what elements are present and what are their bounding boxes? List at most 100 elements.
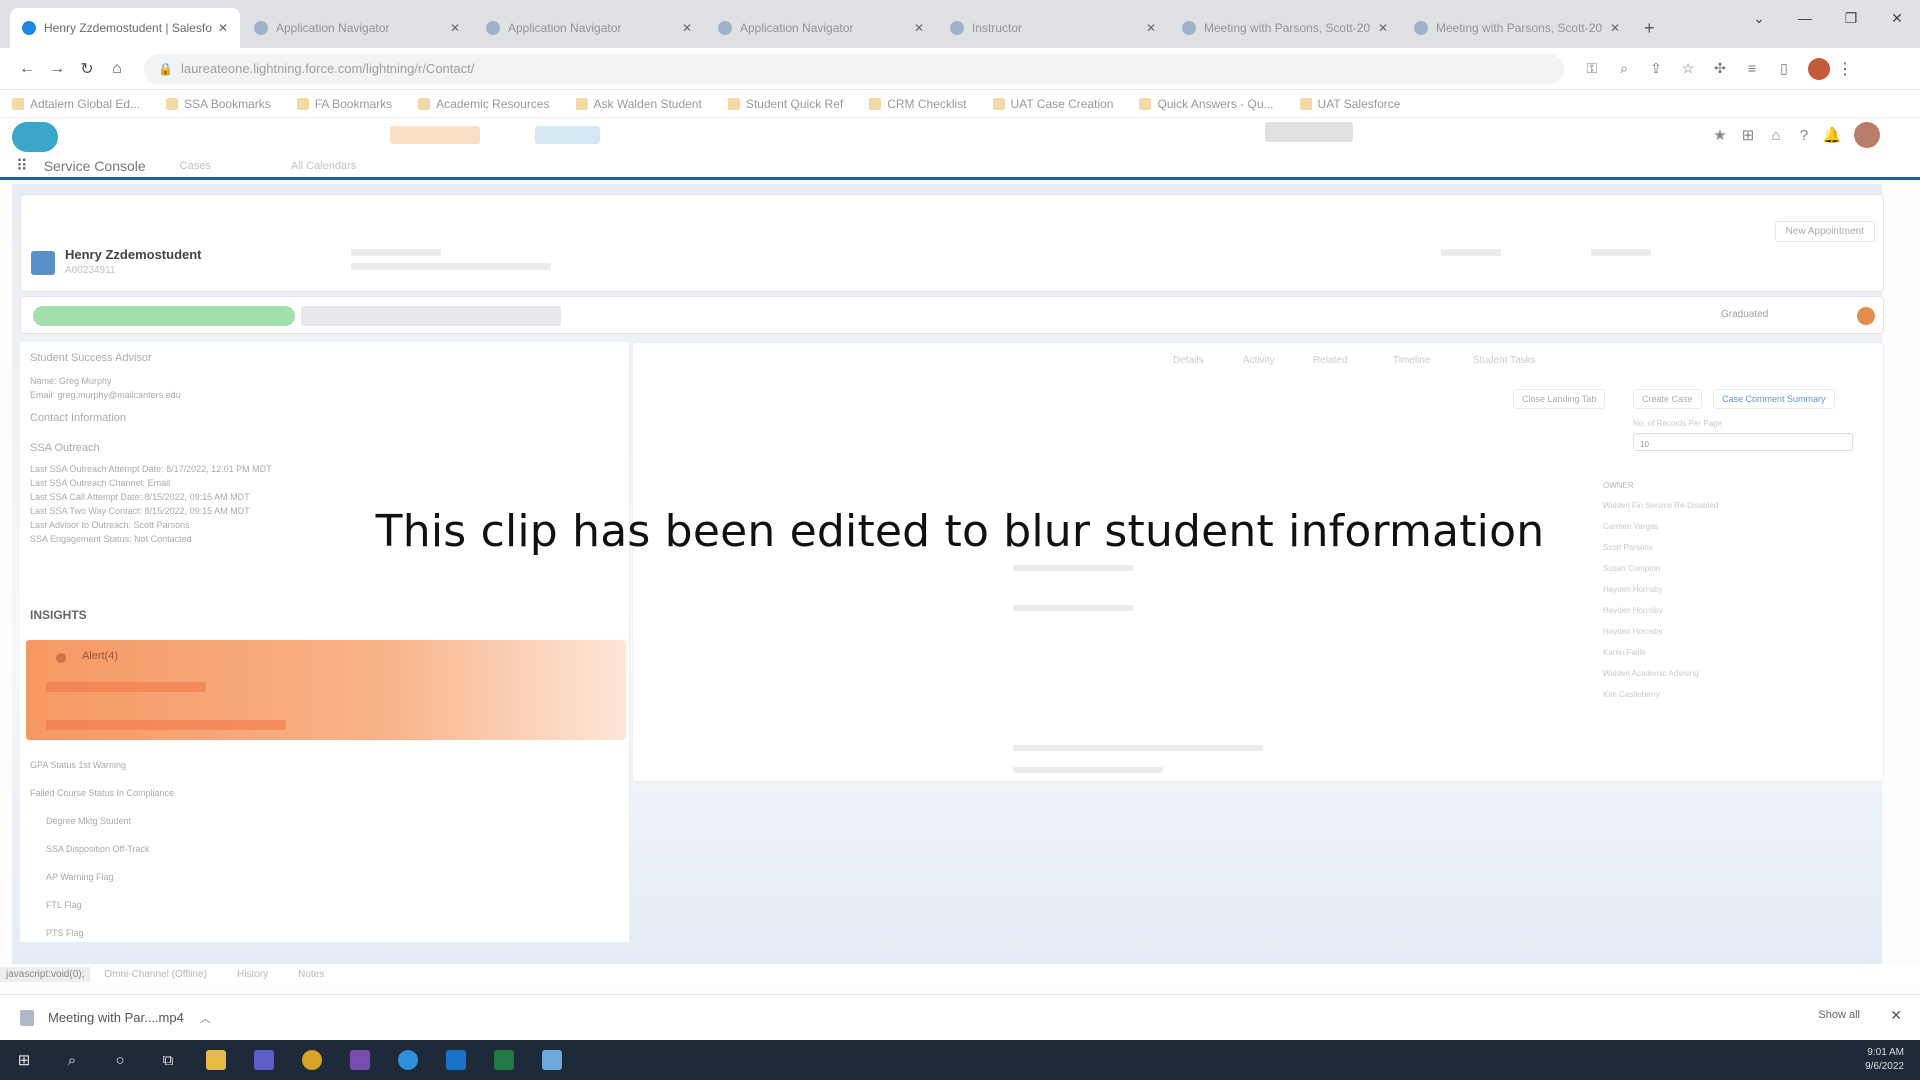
close-tab-icon[interactable]: ✕ (914, 21, 924, 35)
close-tab-icon[interactable]: ✕ (682, 21, 692, 35)
path-step-complete[interactable] (33, 306, 295, 326)
notes-button[interactable]: Notes (298, 969, 324, 980)
bookmark-item[interactable]: FA Bookmarks (296, 97, 392, 111)
favorites-icon[interactable]: ★ (1706, 126, 1734, 144)
key-icon[interactable]: ⚿ (1576, 60, 1608, 77)
system-clock[interactable]: 9:01 AM 9/6/2022 (1865, 1046, 1904, 1074)
close-landing-tab-button[interactable]: Close Landing Tab (1513, 389, 1606, 409)
bookmark-item[interactable]: UAT Salesforce (1299, 97, 1400, 111)
close-window-icon[interactable]: ✕ (1874, 10, 1920, 27)
tab-search-icon[interactable]: ⌄ (1736, 10, 1782, 27)
records-per-page-select[interactable]: 10 (1633, 433, 1853, 451)
browser-tab[interactable]: Meeting with Parsons, Scott-20 ✕ (1402, 8, 1632, 48)
tab-student-tasks[interactable]: Student Tasks (1473, 355, 1536, 366)
back-icon[interactable]: ← (12, 60, 42, 78)
browser-tab[interactable]: Application Navigator ✕ (474, 8, 704, 48)
folder-icon (166, 97, 179, 110)
add-icon[interactable]: ⊞ (1734, 126, 1762, 144)
bookmark-item[interactable]: Quick Answers - Qu... (1139, 97, 1274, 111)
teams-icon[interactable] (240, 1040, 288, 1080)
chevron-up-icon[interactable]: ︿ (200, 1010, 211, 1026)
forward-icon[interactable]: → (42, 60, 72, 78)
tab-activity[interactable]: Activity (1243, 355, 1275, 366)
nav-tab[interactable]: All Calendars (291, 160, 356, 172)
browser-tab-active[interactable]: Henry Zzdemostudent | Salesfo ✕ (10, 8, 240, 48)
user-avatar[interactable] (1854, 122, 1880, 148)
tab-related[interactable]: Related (1313, 355, 1347, 366)
salesforce-logo-icon (12, 122, 58, 152)
owner-column-header[interactable]: OWNER (1603, 481, 1634, 490)
help-icon[interactable]: ? (1790, 127, 1818, 144)
show-all-button[interactable]: Show all (1818, 1009, 1860, 1021)
case-comment-summary-button[interactable]: Case Comment Summary (1713, 389, 1835, 409)
menu-kebab-icon[interactable]: ⋮ (1830, 59, 1860, 79)
tab-timeline[interactable]: Timeline (1393, 355, 1430, 366)
create-case-button[interactable]: Create Case (1633, 389, 1702, 409)
notification-bell-icon[interactable]: 🔔 (1818, 126, 1846, 144)
section-ssa-outreach[interactable]: SSA Outreach (30, 442, 100, 454)
profile-avatar[interactable] (1808, 57, 1830, 80)
home-icon[interactable]: ⌂ (102, 60, 132, 78)
reload-icon[interactable]: ↻ (72, 59, 102, 79)
browser-tab[interactable]: Instructor ✕ (938, 8, 1168, 48)
new-tab-button[interactable]: + (1634, 8, 1665, 48)
path-status-icon[interactable] (1857, 307, 1875, 325)
section-student-success-advisor[interactable]: Student Success Advisor (30, 352, 152, 364)
puzzle-icon[interactable]: ✣ (1704, 60, 1736, 77)
sidepanel-icon[interactable]: ▯ (1768, 60, 1800, 77)
bookmark-item[interactable]: SSA Bookmarks (166, 97, 271, 111)
outlook-icon[interactable] (432, 1040, 480, 1080)
media-icon[interactable]: ≡ (1736, 60, 1768, 77)
path-step[interactable] (301, 306, 561, 326)
blurred-header-button[interactable] (390, 126, 480, 144)
new-appointment-button[interactable]: New Appointment (1774, 221, 1875, 242)
download-filename[interactable]: Meeting with Par....mp4 (48, 1010, 184, 1025)
browser-tab[interactable]: Meeting with Parsons, Scott-20 ✕ (1170, 8, 1400, 48)
close-tab-icon[interactable]: ✕ (1378, 21, 1388, 35)
browser-tab[interactable]: Application Navigator ✕ (706, 8, 936, 48)
close-icon[interactable]: ✕ (1890, 1007, 1902, 1024)
bookmark-item[interactable]: CRM Checklist (869, 97, 967, 111)
chrome-icon[interactable] (288, 1040, 336, 1080)
cortana-icon[interactable]: ○ (96, 1040, 144, 1080)
url-field[interactable]: 🔒 laureateone.lightning.force.com/lightn… (144, 53, 1564, 84)
task-view-icon[interactable]: ⧉ (144, 1040, 192, 1080)
alert-title[interactable]: Alert(4) (82, 650, 118, 662)
close-tab-icon[interactable]: ✕ (1146, 21, 1156, 35)
bookmark-icon (1299, 97, 1312, 110)
global-search-input[interactable] (1265, 122, 1353, 142)
download-bar: Meeting with Par....mp4 ︿ Show all ✕ (0, 994, 1920, 1040)
close-tab-icon[interactable]: ✕ (1610, 21, 1620, 35)
star-icon[interactable]: ☆ (1672, 60, 1704, 77)
onenote-icon[interactable] (336, 1040, 384, 1080)
close-tab-icon[interactable]: ✕ (450, 21, 460, 35)
section-contact-information[interactable]: Contact Information (30, 412, 126, 424)
restore-icon[interactable]: ❐ (1828, 10, 1874, 27)
bookmark-item[interactable]: Academic Resources (418, 96, 550, 111)
app-icon[interactable] (528, 1040, 576, 1080)
tab-details[interactable]: Details (1173, 355, 1204, 366)
tab-label: Henry Zzdemostudent | Salesfo (44, 21, 212, 35)
zoom-icon[interactable]: ⌕ (1608, 60, 1640, 77)
file-explorer-icon[interactable] (192, 1040, 240, 1080)
windows-start-icon[interactable]: ⊞ (0, 1040, 48, 1080)
minimize-icon[interactable]: — (1782, 10, 1828, 27)
edge-icon[interactable] (384, 1040, 432, 1080)
app-launcher-icon[interactable]: ⠿ (16, 156, 28, 176)
bookmark-item[interactable]: Student Quick Ref (727, 97, 843, 111)
bookmark-label: Academic Resources (436, 96, 550, 111)
close-tab-icon[interactable]: ✕ (218, 21, 228, 35)
blurred-header-button[interactable] (535, 126, 600, 144)
bookmark-item[interactable]: Adtalem Global Ed... (12, 97, 140, 111)
trailhead-icon[interactable]: ⌂ (1762, 127, 1790, 144)
search-icon[interactable]: ⌕ (48, 1040, 96, 1080)
excel-icon[interactable] (480, 1040, 528, 1080)
bookmark-item[interactable]: Ask Walden Student (575, 97, 702, 111)
browser-tab[interactable]: Application Navigator ✕ (242, 8, 472, 48)
share-icon[interactable]: ⇪ (1640, 60, 1672, 77)
history-button[interactable]: History (237, 969, 268, 980)
lock-icon: 🔒 (158, 61, 173, 76)
nav-tab[interactable]: Cases (180, 160, 211, 172)
omni-channel-button[interactable]: Omni-Channel (Offline) (104, 969, 207, 980)
bookmark-item[interactable]: UAT Case Creation (992, 97, 1113, 111)
